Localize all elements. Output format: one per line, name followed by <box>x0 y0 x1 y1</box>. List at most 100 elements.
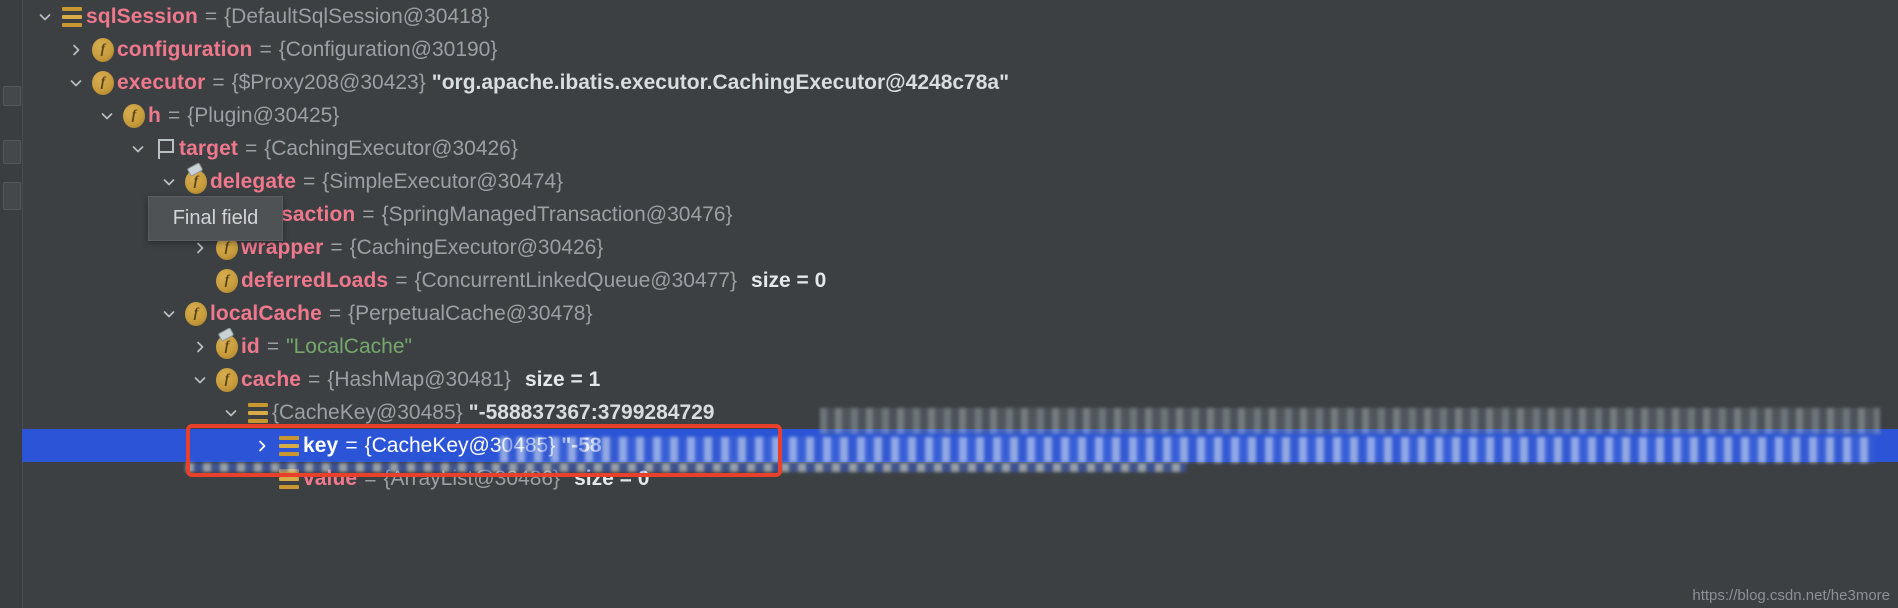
equals-sign: = <box>212 71 225 94</box>
row-type-icon: f <box>120 99 148 132</box>
string-literal-value: "LocalCache" <box>286 335 412 358</box>
chevron-down-icon[interactable] <box>156 165 182 198</box>
stripe-button-3[interactable] <box>3 182 21 210</box>
debugger-variables-panel: sqlSession = {DefaultSqlSession@30418} f con… <box>0 0 1898 608</box>
collection-size: size = 1 <box>524 368 601 391</box>
chevron-down-icon[interactable] <box>32 0 58 33</box>
final-field-icon: f <box>185 169 207 194</box>
chevron-down-icon[interactable] <box>218 396 244 429</box>
chevron-right-icon[interactable] <box>63 33 89 66</box>
tree-row-sqlSession[interactable]: sqlSession = {DefaultSqlSession@30418} <box>22 0 1898 33</box>
variable-value: {CachingExecutor@30426} <box>264 137 518 160</box>
chevron-placeholder-icon <box>187 264 213 297</box>
row-type-icon <box>244 396 272 429</box>
field-icon: f <box>185 301 207 326</box>
equals-sign: = <box>362 203 375 226</box>
variable-value: {PerpetualCache@30478} <box>348 302 593 325</box>
chevron-right-icon[interactable] <box>249 429 275 462</box>
variable-value: {ConcurrentLinkedQueue@30477} <box>414 269 738 292</box>
tree-row-localCache[interactable]: f localCache = {PerpetualCache@30478} <box>22 297 1898 330</box>
row-type-icon <box>275 429 303 462</box>
variable-value: {HashMap@30481} <box>327 368 511 391</box>
redaction-overlay-key-tail <box>186 463 1186 472</box>
variable-value: {Configuration@30190} <box>278 38 498 61</box>
tree-row-deferredLoads[interactable]: f deferredLoads = {ConcurrentLinkedQueue@30… <box>22 264 1898 297</box>
tree-row-delegate[interactable]: f delegate = {SimpleExecutor@30474} <box>22 165 1898 198</box>
row-type-icon: f <box>213 330 241 363</box>
variable-string-value: "-588837367:3799284729 <box>468 401 715 424</box>
final-field-tooltip: Final field <box>148 196 283 241</box>
variable-string-value: "org.apache.ibatis.executor.CachingExecu… <box>431 71 1010 94</box>
equals-sign: = <box>345 434 358 457</box>
variable-value: {$Proxy208@30423} <box>231 71 426 94</box>
variable-name: sqlSession <box>86 5 198 28</box>
variable-name: configuration <box>117 38 253 61</box>
stack-icon <box>62 6 82 27</box>
stripe-button-2[interactable] <box>3 140 21 164</box>
equals-sign: = <box>266 335 280 358</box>
chevron-down-icon[interactable] <box>187 363 213 396</box>
equals-sign: = <box>328 302 342 325</box>
variable-value: {SpringManagedTransaction@30476} <box>381 203 733 226</box>
row-type-icon <box>151 132 179 165</box>
variable-name: id <box>241 335 260 358</box>
stripe-button-1[interactable] <box>3 86 21 106</box>
variable-name: localCache <box>210 302 322 325</box>
tree-row-configuration[interactable]: f configuration = {Configuration@30190} <box>22 33 1898 66</box>
equals-sign: = <box>204 5 218 28</box>
row-type-icon: f <box>213 363 241 396</box>
redaction-overlay-cachekey <box>820 408 1880 434</box>
row-type-icon: f <box>213 264 241 297</box>
field-icon: f <box>216 268 238 293</box>
tree-row-cache[interactable]: f cache = {HashMap@30481} size = 1 <box>22 363 1898 396</box>
variable-name: target <box>179 137 238 160</box>
stack-icon <box>279 435 299 456</box>
equals-sign: = <box>395 269 408 292</box>
variable-value: {CachingExecutor@30426} <box>349 236 604 259</box>
watermark: https://blog.csdn.net/he3more <box>1692 587 1890 604</box>
variable-name: cache <box>241 368 302 391</box>
variable-name: delegate <box>210 170 296 193</box>
tree-row-executor[interactable]: f executor = {$Proxy208@30423} "org.apache.i… <box>22 66 1898 99</box>
equals-sign: = <box>167 104 181 127</box>
tree-row-id[interactable]: f id = "LocalCache" <box>22 330 1898 363</box>
row-type-icon: f <box>89 66 117 99</box>
variable-value: {SimpleExecutor@30474} <box>322 170 564 193</box>
equals-sign: = <box>330 236 343 259</box>
collection-size: size = 0 <box>751 269 827 292</box>
flag-icon <box>155 138 175 160</box>
equals-sign: = <box>303 170 316 193</box>
variable-name: deferredLoads <box>241 269 389 292</box>
final-field-icon: f <box>216 334 238 359</box>
variable-value: {Plugin@30425} <box>187 104 340 127</box>
tool-window-stripe <box>0 0 23 608</box>
tree-row-wrapper[interactable]: f wrapper = {CachingExecutor@30426} <box>22 231 1898 264</box>
equals-sign: = <box>259 38 272 61</box>
chevron-right-icon[interactable] <box>187 330 213 363</box>
equals-sign: = <box>308 368 321 391</box>
field-icon: f <box>123 103 145 128</box>
variable-name: h <box>148 104 161 127</box>
stack-icon <box>248 402 268 423</box>
redaction-overlay-key <box>500 437 1875 463</box>
row-type-icon: f <box>182 165 210 198</box>
chevron-down-icon[interactable] <box>125 132 151 165</box>
variable-name: key <box>303 434 339 457</box>
variable-value: {CacheKey@30485} <box>272 401 463 424</box>
tree-row-h[interactable]: f h = {Plugin@30425} <box>22 99 1898 132</box>
tooltip-text: Final field <box>172 207 259 229</box>
field-icon: f <box>216 367 238 392</box>
tree-row-transaction[interactable]: ftransaction={SpringManagedTransaction@3… <box>22 198 1898 231</box>
field-icon: f <box>92 37 114 62</box>
variable-value: {DefaultSqlSession@30418} <box>224 5 490 28</box>
chevron-down-icon[interactable] <box>94 99 120 132</box>
chevron-down-icon[interactable] <box>156 297 182 330</box>
row-type-icon: f <box>89 33 117 66</box>
tree-row-target[interactable]: target = {CachingExecutor@30426} <box>22 132 1898 165</box>
row-type-icon <box>58 0 86 33</box>
variable-name: executor <box>117 71 206 94</box>
chevron-down-icon[interactable] <box>63 66 89 99</box>
variables-tree[interactable]: sqlSession = {DefaultSqlSession@30418} f con… <box>22 0 1898 608</box>
row-type-icon: f <box>182 297 210 330</box>
field-icon: f <box>92 70 114 95</box>
